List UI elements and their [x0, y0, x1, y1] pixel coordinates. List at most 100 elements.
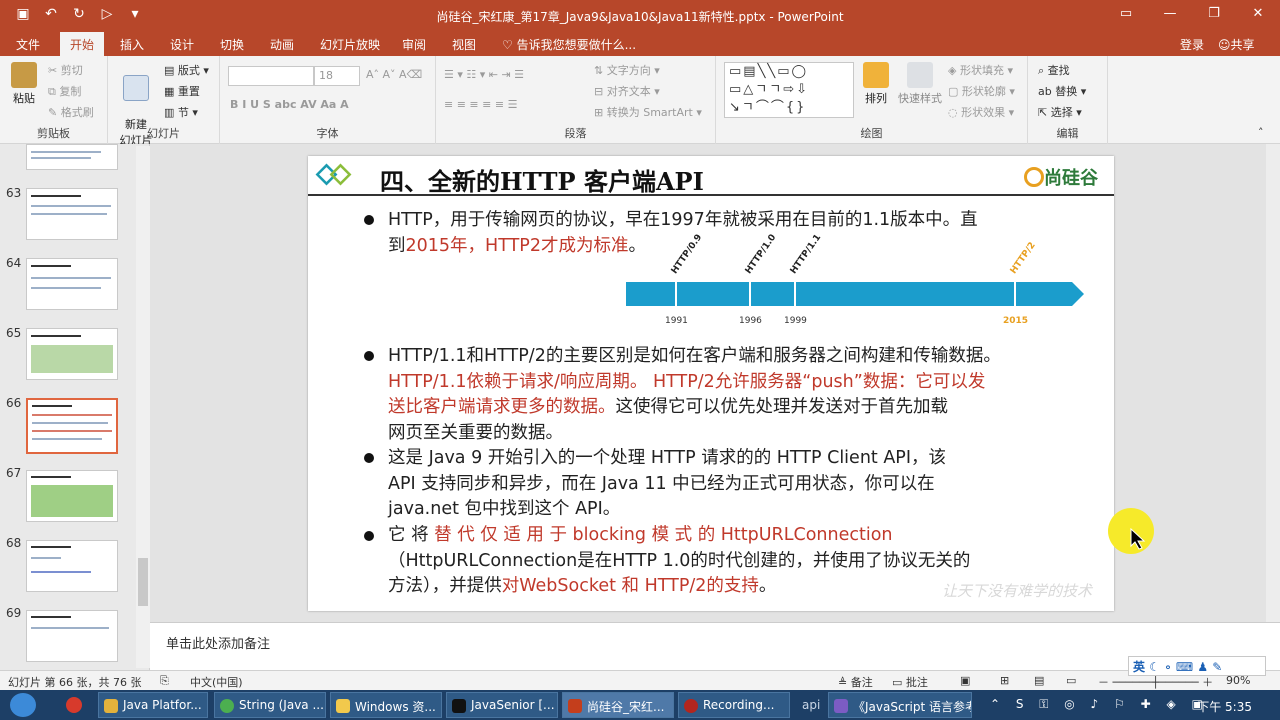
select-button[interactable]: ⇱ 选择 ▾: [1038, 104, 1082, 120]
slide-thumbnail[interactable]: [26, 610, 118, 662]
bullet-dot: [364, 351, 374, 361]
tell-me-box[interactable]: ♡ 告诉我您想要做什么...: [502, 36, 636, 53]
chrome-icon: [220, 699, 234, 713]
lightbulb-icon: ♡: [502, 38, 517, 52]
bullet-dot: [364, 215, 374, 225]
tab-animations[interactable]: 动画: [270, 36, 294, 53]
replace-button[interactable]: ab 替换 ▾: [1038, 83, 1086, 99]
font-style-buttons[interactable]: B I U S abc AV Aa A: [230, 98, 349, 111]
tab-view[interactable]: 视图: [452, 36, 476, 53]
slide-thumbnail[interactable]: [26, 540, 118, 592]
taskbar-item[interactable]: Recording...: [678, 692, 790, 718]
smartart-button[interactable]: ⊞ 转换为 SmartArt ▾: [594, 104, 702, 120]
slide-thumbnail[interactable]: [26, 144, 118, 170]
app-pin-icon[interactable]: [66, 697, 82, 713]
cut-button[interactable]: ✂ 剪切: [48, 62, 83, 78]
find-button[interactable]: ⌕ 查找: [1038, 62, 1070, 78]
arrange-button[interactable]: 排列: [858, 62, 894, 106]
section-button[interactable]: ▥ 节 ▾: [164, 104, 198, 120]
bullet-dot: [364, 453, 374, 463]
current-slide[interactable]: 四、全新的HTTP 客户端API 尚硅谷 HTTP，用于传输网页的协议，早在19…: [308, 156, 1114, 611]
font-size-input[interactable]: 18: [314, 66, 360, 86]
text-direction-button[interactable]: ⇅ 文字方向 ▾: [594, 62, 660, 78]
align-buttons[interactable]: ≡ ≡ ≡ ≡ ≡ ☰: [444, 98, 517, 111]
notes-pane[interactable]: 单击此处添加备注: [150, 622, 1280, 670]
bullet-dot: [364, 531, 374, 541]
intellij-icon: [452, 699, 466, 713]
tab-file[interactable]: 文件: [16, 36, 40, 53]
comments-toggle[interactable]: ▭ 批注: [892, 674, 928, 690]
quick-styles-button[interactable]: 快速样式: [896, 62, 944, 106]
slide-thumbnail-pane: 63 64 65 66 67 68 69: [0, 144, 150, 670]
slideshow-view-icon[interactable]: ▭: [1066, 674, 1076, 687]
slide-number: 67: [6, 466, 22, 480]
document-icon: [834, 699, 848, 713]
tab-insert[interactable]: 插入: [120, 36, 144, 53]
system-tray-icons[interactable]: ⌃ S ⚿ ◎ ♪ ⚐ ✚ ◈ ▣: [990, 697, 1209, 712]
tab-design[interactable]: 设计: [170, 36, 194, 53]
year-label: 1999: [784, 316, 807, 326]
notes-toggle[interactable]: ≜ 备注: [838, 674, 873, 690]
shape-fill-button[interactable]: ◈ 形状填充 ▾: [948, 62, 1013, 78]
sign-in-link[interactable]: 登录: [1180, 36, 1204, 53]
taskbar-item[interactable]: Windows 资...: [330, 692, 442, 718]
ribbon-display-icon[interactable]: ▭: [1104, 0, 1148, 30]
slide-thumbnail[interactable]: [26, 258, 118, 310]
list-buttons[interactable]: ☰ ▾ ☷ ▾ ⇤ ⇥ ☰: [444, 68, 524, 81]
taskbar-item[interactable]: JavaSenior [...: [446, 692, 558, 718]
paste-button[interactable]: 粘贴: [6, 62, 42, 106]
restore-icon[interactable]: ❐: [1192, 0, 1236, 30]
slides-label: 幻灯片: [147, 127, 180, 140]
powerpoint-icon: [568, 699, 582, 713]
collapse-ribbon-icon[interactable]: ˄: [1258, 126, 1264, 139]
taskbar-item[interactable]: Java Platfor...: [98, 692, 208, 718]
share-button[interactable]: ☺共享: [1218, 36, 1255, 53]
tab-transitions[interactable]: 切换: [220, 36, 244, 53]
shape-outline-button[interactable]: ▢ 形状轮廓 ▾: [948, 83, 1015, 99]
close-icon[interactable]: ✕: [1236, 0, 1280, 30]
reset-button[interactable]: ▦ 重置: [164, 83, 200, 99]
editing-label: 编辑: [1056, 127, 1079, 140]
slide-sorter-icon[interactable]: ⊞: [1000, 674, 1009, 687]
slide-thumbnail[interactable]: [26, 328, 118, 380]
windows-taskbar: Java Platfor... String (Java ... Windows…: [0, 690, 1280, 720]
font-name-input[interactable]: [228, 66, 314, 86]
reading-view-icon[interactable]: ▤: [1034, 674, 1044, 687]
taskbar-item[interactable]: String (Java ...: [214, 692, 326, 718]
tab-review[interactable]: 审阅: [402, 36, 426, 53]
slide-thumbnail[interactable]: [26, 470, 118, 522]
format-painter-button[interactable]: ✎ 格式刷: [48, 104, 94, 120]
spellcheck-icon[interactable]: ⎘: [160, 674, 169, 688]
tab-home[interactable]: 开始: [60, 32, 105, 56]
taskbar-item[interactable]: 《JavaScript 语言参考...: [828, 692, 972, 718]
font-label: 字体: [316, 127, 339, 140]
scrollbar-thumb[interactable]: [138, 558, 148, 606]
shape-effects-button[interactable]: ◌ 形状效果 ▾: [948, 104, 1014, 120]
u-logo-icon: [1024, 167, 1044, 187]
slide-thumbnail[interactable]: [26, 188, 118, 240]
slide-thumbnail-selected[interactable]: [26, 398, 118, 454]
brand-logo: 尚硅谷: [1024, 164, 1098, 190]
start-button[interactable]: [10, 693, 36, 717]
copy-button[interactable]: ⧉ 复制: [48, 83, 81, 99]
thumbnail-scrollbar[interactable]: [136, 146, 150, 668]
slide-title: 四、全新的HTTP 客户端API: [380, 167, 704, 196]
language-status[interactable]: 中文(中国): [190, 674, 243, 690]
year-label: 1991: [665, 316, 688, 326]
tab-slideshow[interactable]: 幻灯片放映: [320, 36, 380, 53]
minimize-icon[interactable]: —: [1148, 0, 1192, 30]
normal-view-icon[interactable]: ▣: [960, 674, 970, 687]
font-grow-shrink-icons[interactable]: A˄ A˅ A⌫: [366, 68, 422, 81]
shapes-gallery[interactable]: ▭▤╲╲▭◯ ▭△ㄱㄱ⇨⇩ ↘ㄱ⌒⌒{}: [724, 62, 854, 118]
taskbar-item[interactable]: api: [802, 698, 820, 712]
canvas-scrollbar[interactable]: [1266, 144, 1280, 622]
taskbar-item-active[interactable]: 尚硅谷_宋红...: [562, 692, 674, 718]
clipboard-group: 粘贴 ✂ 剪切 ⧉ 复制 ✎ 格式刷 剪贴板: [0, 56, 108, 144]
zoom-slider[interactable]: － ──────┼────── ＋: [1098, 674, 1213, 690]
browser-icon: [104, 699, 118, 713]
ime-toolbar[interactable]: 英 ☾ ∘ ⌨ ♟ ✎: [1128, 656, 1266, 676]
clock[interactable]: 下午 5:35: [1197, 698, 1252, 715]
layout-button[interactable]: ▤ 版式 ▾: [164, 62, 209, 78]
align-text-button[interactable]: ⊟ 对齐文本 ▾: [594, 83, 660, 99]
bullet-1: HTTP，用于传输网页的协议，早在1997年就被采用在目前的1.1版本中。直 到…: [388, 210, 978, 256]
